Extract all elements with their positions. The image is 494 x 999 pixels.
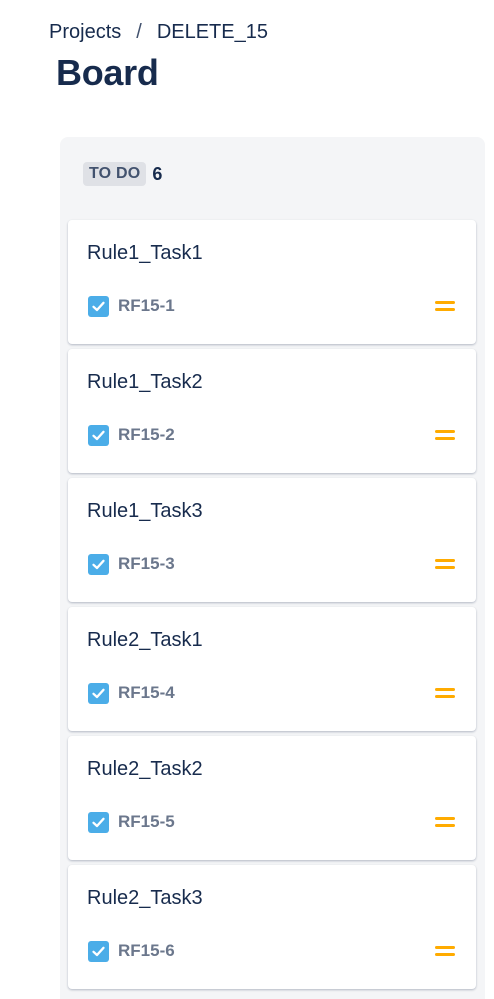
issue-key-link[interactable]: RF15-1 [118, 296, 175, 316]
issue-card-meta: RF15-2 [88, 424, 175, 446]
priority-medium-icon [435, 817, 455, 827]
issue-card-meta: RF15-5 [88, 811, 175, 833]
board-column-todo: TO DO 6 Rule1_Task1 RF15-1 Rule1_Task2 R… [60, 137, 485, 999]
issue-card-title: Rule2_Task1 [87, 629, 203, 651]
breadcrumb: Projects / DELETE_15 [49, 18, 268, 46]
task-checkbox-icon [88, 553, 109, 575]
task-checkbox-icon [88, 811, 109, 833]
issue-key-link[interactable]: RF15-4 [118, 683, 175, 703]
priority-medium-icon [435, 946, 455, 956]
task-checkbox-icon [88, 424, 109, 446]
issue-card-title: Rule2_Task2 [87, 758, 203, 780]
issue-card-title: Rule1_Task1 [87, 242, 203, 264]
task-checkbox-icon [88, 940, 109, 962]
issue-card[interactable]: Rule2_Task3 RF15-6 [68, 865, 476, 989]
task-checkbox-icon [88, 682, 109, 704]
priority-medium-icon [435, 688, 455, 698]
column-header: TO DO 6 [83, 161, 162, 187]
column-issue-count: 6 [152, 163, 163, 184]
issue-key-link[interactable]: RF15-3 [118, 554, 175, 574]
breadcrumb-separator: / [136, 20, 142, 43]
issue-card-title: Rule1_Task2 [87, 371, 203, 393]
task-checkbox-icon [88, 295, 109, 317]
issue-card-meta: RF15-6 [88, 940, 175, 962]
issue-key-link[interactable]: RF15-2 [118, 425, 175, 445]
issue-card-meta: RF15-1 [88, 295, 175, 317]
issue-card[interactable]: Rule2_Task1 RF15-4 [68, 607, 476, 731]
issue-key-link[interactable]: RF15-6 [118, 941, 175, 961]
priority-medium-icon [435, 301, 455, 311]
column-status-lozenge: TO DO [83, 162, 147, 186]
issue-card-title: Rule1_Task3 [87, 500, 203, 522]
issue-card-title: Rule2_Task3 [87, 887, 203, 909]
issue-card-meta: RF15-3 [88, 553, 175, 575]
issue-key-link[interactable]: RF15-5 [118, 812, 175, 832]
breadcrumb-projects-link[interactable]: Projects [49, 21, 121, 44]
issue-card[interactable]: Rule1_Task1 RF15-1 [68, 220, 476, 344]
issue-card[interactable]: Rule1_Task3 RF15-3 [68, 478, 476, 602]
page-title: Board [56, 52, 159, 93]
priority-medium-icon [435, 559, 455, 569]
issue-card[interactable]: Rule2_Task2 RF15-5 [68, 736, 476, 860]
breadcrumb-project-link[interactable]: DELETE_15 [157, 21, 268, 44]
priority-medium-icon [435, 430, 455, 440]
issue-card[interactable]: Rule1_Task2 RF15-2 [68, 349, 476, 473]
issue-card-meta: RF15-4 [88, 682, 175, 704]
